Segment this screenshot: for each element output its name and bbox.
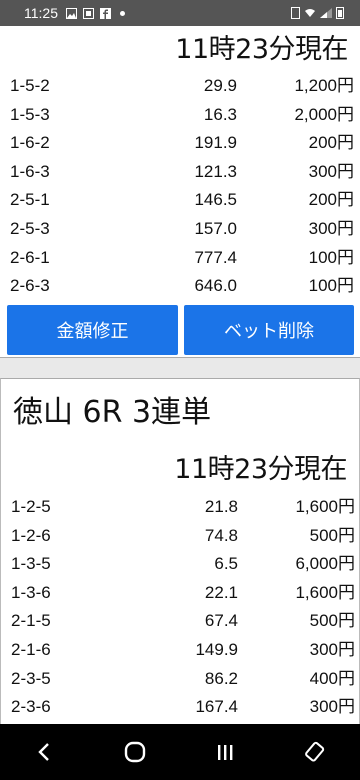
bet-row: 2-5-3 157.0 300円 bbox=[0, 216, 360, 242]
bet-odds: 777.4 bbox=[194, 247, 237, 267]
nav-bar bbox=[0, 724, 360, 780]
rotate-button[interactable] bbox=[290, 732, 340, 772]
bet-combination: 2-1-5 bbox=[11, 611, 51, 631]
bet-odds: 86.2 bbox=[204, 668, 238, 688]
bet-amount: 300円 bbox=[309, 640, 355, 659]
bet-odds: 22.1 bbox=[204, 582, 238, 602]
gallery-icon bbox=[83, 7, 94, 19]
bet-amount: 300円 bbox=[309, 697, 355, 717]
bet-combination: 2-6-1 bbox=[10, 247, 50, 267]
bet-row: 1-2-5 21.8 1,600円 bbox=[1, 494, 359, 520]
bet-combination: 1-3-6 bbox=[11, 582, 51, 602]
bet-odds: 16.3 bbox=[203, 104, 237, 124]
bet-combination: 2-6-3 bbox=[10, 276, 50, 296]
bet-odds: 146.5 bbox=[194, 190, 237, 210]
as-of-time: 11時23分現在 bbox=[174, 454, 347, 485]
status-bar: 11:25 bbox=[0, 0, 360, 26]
bet-odds: 74.8 bbox=[204, 525, 238, 545]
facebook-icon bbox=[100, 7, 111, 19]
bet-row: 2-6-1 777.4 100円 bbox=[0, 245, 360, 271]
as-of-time: 11時23分現在 bbox=[175, 34, 348, 65]
edit-amount-button[interactable]: 金額修正 bbox=[7, 305, 178, 355]
bet-combination: 2-5-1 bbox=[10, 190, 50, 210]
bet-combination: 2-5-3 bbox=[10, 219, 50, 238]
bet-row: 1-6-2 191.9 200円 bbox=[0, 130, 360, 156]
bet-combination: 1-2-5 bbox=[11, 497, 51, 516]
bet-combination: 2-3-6 bbox=[11, 697, 51, 717]
bet-amount: 2,000円 bbox=[294, 104, 354, 124]
bet-odds: 167.4 bbox=[195, 697, 238, 717]
bet-amount: 500円 bbox=[309, 525, 355, 545]
bet-amount: 300円 bbox=[308, 219, 354, 238]
bet-amount: 500円 bbox=[309, 611, 355, 631]
bet-combination: 1-5-2 bbox=[10, 76, 50, 95]
delete-bet-button[interactable]: ベット削除 bbox=[184, 305, 354, 355]
bet-amount: 200円 bbox=[308, 190, 354, 210]
bet-row: 1-3-6 22.1 1,600円 bbox=[1, 580, 359, 606]
bet-row: 1-2-6 74.8 500円 bbox=[1, 523, 359, 549]
back-button[interactable] bbox=[20, 732, 70, 772]
back-icon bbox=[38, 743, 49, 761]
bet-row: 1-3-5 6.5 6,000円 bbox=[1, 551, 359, 577]
bet-combination: 1-2-6 bbox=[11, 525, 51, 545]
bet-odds: 191.9 bbox=[194, 133, 237, 153]
bet-odds: 149.9 bbox=[195, 640, 238, 659]
bet-row: 1-5-3 16.3 2,000円 bbox=[0, 102, 360, 128]
home-icon bbox=[124, 741, 146, 763]
hd-icon bbox=[291, 7, 300, 19]
bet-combination: 1-5-3 bbox=[10, 104, 50, 124]
bet-amount: 300円 bbox=[308, 161, 354, 181]
signal-icon bbox=[320, 8, 332, 18]
bet-amount: 6,000円 bbox=[295, 554, 355, 574]
bet-row: 2-6-3 646.0 100円 bbox=[0, 273, 360, 299]
battery-icon bbox=[336, 7, 344, 19]
bet-amount: 1,600円 bbox=[295, 582, 355, 602]
bet-row: 2-1-5 67.4 500円 bbox=[1, 608, 359, 634]
dot-icon bbox=[120, 10, 125, 16]
home-button[interactable] bbox=[110, 732, 160, 772]
bet-odds: 157.0 bbox=[194, 219, 237, 238]
bet-card-1: 11時23分現在 1-5-2 29.9 1,200円 1-5-3 16.3 2,000円 1… bbox=[0, 26, 360, 358]
bet-row: 2-3-5 86.2 400円 bbox=[1, 666, 359, 692]
race-title: 徳山 6R 3連単 bbox=[13, 395, 212, 430]
recents-icon bbox=[218, 745, 233, 760]
bet-combination: 1-3-5 bbox=[11, 554, 51, 574]
bet-odds: 21.8 bbox=[204, 497, 238, 516]
bet-amount: 200円 bbox=[308, 133, 354, 153]
bet-row: 1-6-3 121.3 300円 bbox=[0, 159, 360, 185]
bet-odds: 646.0 bbox=[194, 276, 237, 296]
bet-amount: 100円 bbox=[308, 247, 354, 267]
bet-odds: 121.3 bbox=[194, 161, 237, 181]
wifi-icon bbox=[305, 9, 315, 17]
bet-amount: 400円 bbox=[309, 668, 355, 688]
bet-odds: 6.5 bbox=[214, 554, 238, 574]
bet-row: 1-5-2 29.9 1,200円 bbox=[0, 73, 360, 99]
bet-row: 2-3-6 167.4 300円 bbox=[1, 694, 359, 720]
recents-button[interactable] bbox=[200, 732, 250, 772]
image-icon bbox=[66, 7, 77, 19]
bet-odds: 67.4 bbox=[204, 611, 238, 631]
bet-card-2: 徳山 6R 3連単 11時23分現在 1-2-5 21.8 1,600円 1-2-6 7… bbox=[0, 378, 360, 724]
bet-row: 2-5-1 146.5 200円 bbox=[0, 187, 360, 213]
bet-combination: 1-6-3 bbox=[10, 161, 50, 181]
status-time: 11:25 bbox=[24, 5, 58, 21]
rotate-icon bbox=[305, 741, 325, 762]
bet-combination: 2-3-5 bbox=[11, 668, 51, 688]
bet-row: 2-1-6 149.9 300円 bbox=[1, 637, 359, 663]
bet-combination: 2-1-6 bbox=[11, 640, 51, 659]
bet-odds: 29.9 bbox=[203, 76, 237, 95]
bet-combination: 1-6-2 bbox=[10, 133, 50, 153]
bet-amount: 1,200円 bbox=[294, 76, 354, 95]
bet-amount: 1,600円 bbox=[295, 497, 355, 516]
bet-amount: 100円 bbox=[308, 276, 354, 296]
